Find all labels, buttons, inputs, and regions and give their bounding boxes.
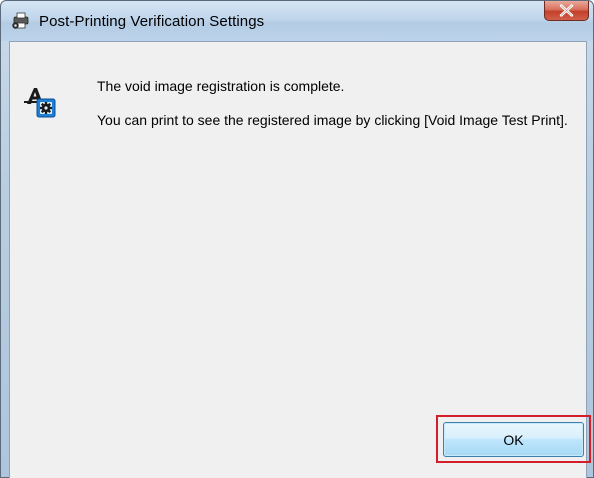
- printer-gear-icon: [12, 12, 29, 29]
- void-image-settings-icon: [24, 88, 56, 118]
- dialog-content: The void image registration is complete.…: [9, 41, 591, 478]
- title-bar[interactable]: Post-Printing Verification Settings: [1, 1, 593, 41]
- close-icon: [559, 4, 574, 17]
- message-line-1: The void image registration is complete.: [97, 78, 345, 94]
- window-title: Post-Printing Verification Settings: [39, 13, 265, 30]
- close-button[interactable]: [544, 1, 589, 21]
- ok-button[interactable]: OK: [443, 422, 584, 457]
- message-line-2: You can print to see the registered imag…: [97, 112, 568, 128]
- dialog-window: Post-Printing Verification Settings The …: [0, 0, 594, 478]
